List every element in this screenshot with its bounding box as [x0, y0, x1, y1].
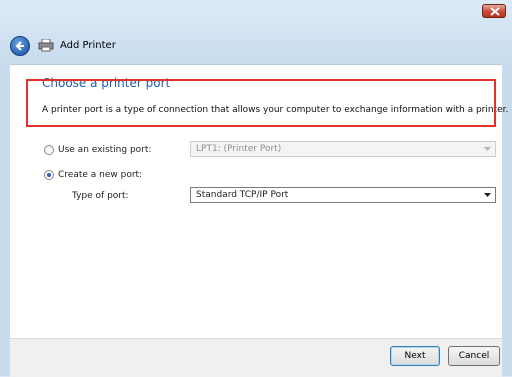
use-existing-port-label[interactable]: Use an existing port: [58, 145, 151, 155]
use-existing-port-radio[interactable] [44, 145, 54, 155]
add-printer-window: Add Printer Choose a printer port A prin… [0, 0, 512, 377]
cancel-button[interactable]: Cancel [448, 346, 500, 366]
highlight-box [26, 79, 496, 127]
create-new-port-radio[interactable] [44, 170, 54, 180]
port-type-value: Standard TCP/IP Port [196, 190, 289, 200]
existing-port-value: LPT1: (Printer Port) [196, 144, 282, 154]
port-type-select[interactable]: Standard TCP/IP Port [190, 187, 496, 203]
existing-port-select: LPT1: (Printer Port) [190, 141, 496, 157]
next-button[interactable]: Next [390, 346, 440, 366]
back-arrow-icon [15, 41, 24, 51]
close-button[interactable] [482, 4, 506, 18]
chevron-down-icon [484, 147, 491, 151]
printer-icon [38, 39, 54, 52]
back-button[interactable] [10, 36, 30, 56]
create-new-port-label[interactable]: Create a new port: [58, 170, 142, 180]
type-of-port-label: Type of port: [72, 191, 129, 201]
wizard-header: Add Printer [8, 34, 504, 56]
close-icon [490, 7, 500, 16]
chevron-down-icon [484, 193, 491, 197]
window-title: Add Printer [60, 40, 116, 51]
